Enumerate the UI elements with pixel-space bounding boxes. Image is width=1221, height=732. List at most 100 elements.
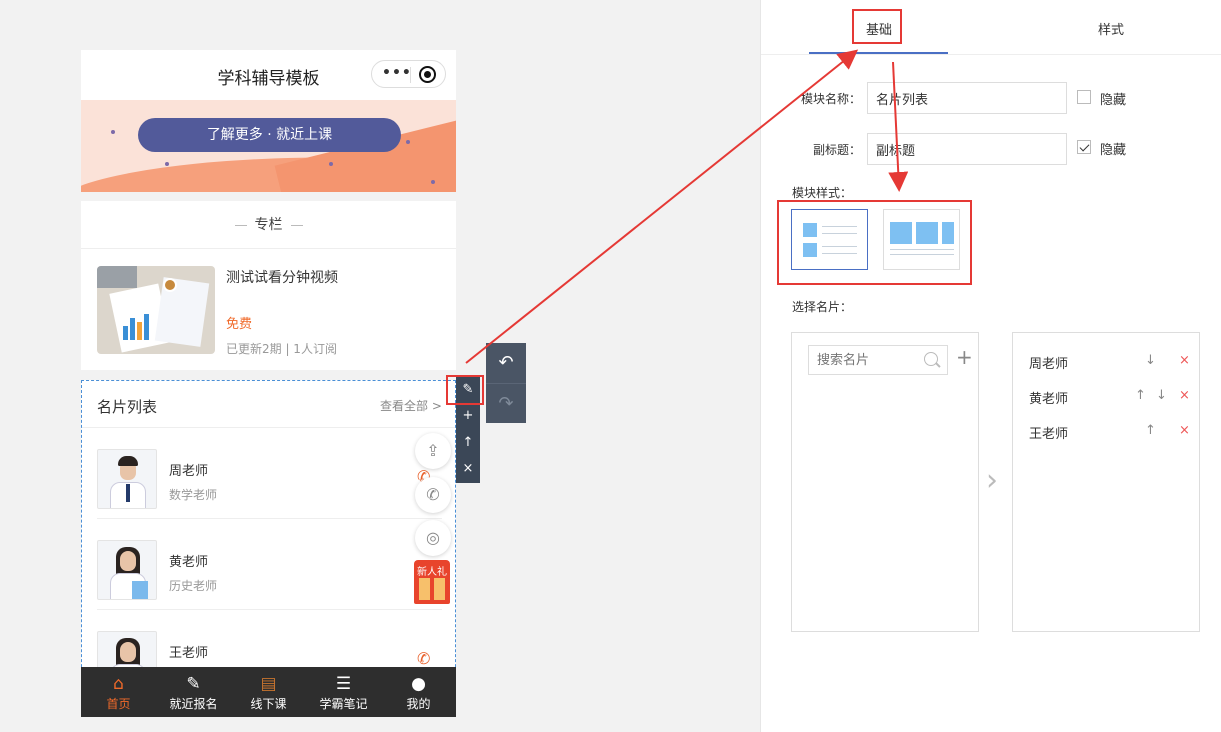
banner-dot — [165, 162, 169, 166]
teacher-avatar — [97, 449, 157, 509]
tab-label: 首页 — [106, 697, 131, 711]
chart-bar-shape — [144, 314, 149, 340]
chart-bar-shape — [123, 326, 128, 340]
move-down-icon[interactable]: ↓ — [1156, 388, 1167, 403]
course-title[interactable]: 测试试看分钟视频 — [226, 267, 338, 287]
add-card-icon[interactable]: + — [956, 347, 973, 367]
edit-form-icon: ✎ — [186, 674, 201, 694]
phone-icon[interactable]: ✆ — [417, 649, 437, 668]
wechat-icon[interactable]: ◎ — [415, 520, 451, 556]
coffee-cup-shape — [163, 278, 177, 292]
selected-card-name: 周老师 — [1029, 357, 1069, 372]
banner-dot — [329, 162, 333, 166]
module-style-highlight-box — [777, 200, 972, 285]
subtitle-input[interactable] — [867, 133, 1067, 165]
banner-dot — [431, 180, 435, 184]
tab-offline-class[interactable]: ▤ 线下课 — [231, 667, 306, 717]
card-list-title: 名片列表 — [97, 398, 158, 416]
move-up-icon[interactable]: ↑ — [1145, 423, 1156, 438]
selected-card-name: 王老师 — [1029, 427, 1069, 442]
avatar-head — [120, 642, 136, 662]
book-icon: ▤ — [260, 674, 277, 694]
tab-mine[interactable]: ● 我的 — [381, 667, 456, 717]
remove-icon[interactable]: × — [1179, 388, 1190, 403]
active-tab-underline — [809, 52, 948, 54]
teacher-card[interactable]: 黄老师 历史老师 — [97, 520, 442, 610]
avatar-tie — [126, 484, 130, 502]
tab-label: 线下课 — [250, 697, 287, 711]
hide-label: 隐藏 — [1100, 93, 1127, 108]
avatar-hair — [118, 456, 138, 466]
teacher-role: 历史老师 — [169, 579, 218, 593]
transfer-arrow-icon[interactable]: › — [986, 466, 1002, 498]
new-user-gift-badge[interactable]: 新人礼 — [414, 560, 450, 604]
hide-subtitle-checkbox[interactable] — [1077, 140, 1091, 154]
phone-call-icon[interactable]: ✆ — [415, 477, 451, 513]
tab-label: 就近报名 — [169, 697, 218, 711]
redo-icon[interactable]: ↷ — [486, 383, 526, 423]
laptop-shape — [97, 266, 137, 288]
delete-icon[interactable]: × — [456, 456, 480, 482]
tab-style[interactable]: 样式 — [1098, 19, 1124, 38]
basic-tab-highlight-box — [852, 9, 902, 44]
move-up-icon[interactable]: ↑ — [1135, 388, 1146, 403]
selected-card-name: 黄老师 — [1029, 392, 1069, 407]
panel-tabs: 基础 样式 — [761, 0, 1221, 55]
settings-panel: 基础 样式 模块名称： 隐藏 副标题： 隐藏 模块样式： 选择名片： + 周老师… — [760, 0, 1221, 732]
tab-label: 我的 — [406, 697, 431, 711]
teacher-card[interactable]: 周老师 数学老师 ✆ — [97, 429, 442, 519]
selected-card-item: 周老师 ↓ × — [1029, 353, 1199, 373]
learn-more-button[interactable]: 了解更多 · 就近上课 — [138, 118, 401, 152]
column-section: 专栏 测试试看分钟视频 免费 已更新2期 | 1人订阅 — [81, 201, 456, 370]
view-all-link[interactable]: 查看全部 > — [380, 397, 442, 414]
hide-label: 隐藏 — [1100, 143, 1127, 158]
tab-home[interactable]: ⌂ 首页 — [81, 667, 156, 717]
column-header: 专栏 — [81, 201, 456, 249]
course-meta: 已更新2期 | 1人订阅 — [226, 342, 337, 356]
phone-header: 学科辅导模板 ••• — [81, 50, 456, 100]
available-cards-box: + — [791, 332, 979, 632]
history-toolbar: ↶ ↷ — [486, 343, 526, 423]
add-icon[interactable]: + — [456, 403, 480, 429]
share-icon[interactable]: ⇪ — [415, 433, 451, 469]
move-down-icon[interactable]: ↓ — [1145, 353, 1156, 368]
move-up-icon[interactable]: ↑ — [456, 430, 480, 456]
teacher-avatar — [97, 540, 157, 600]
search-icon[interactable] — [924, 352, 938, 366]
teacher-name: 黄老师 — [169, 555, 209, 570]
home-icon: ⌂ — [113, 674, 124, 694]
chart-bar-shape — [130, 318, 135, 340]
module-name-input[interactable] — [867, 82, 1067, 114]
column-title: 专栏 — [254, 217, 283, 233]
banner-dot — [406, 140, 410, 144]
remove-icon[interactable]: × — [1179, 423, 1190, 438]
avatar-head — [120, 551, 136, 571]
gift-label: 新人礼 — [417, 567, 447, 578]
chart-bar-shape — [137, 322, 142, 340]
hide-module-checkbox[interactable] — [1077, 90, 1091, 104]
subtitle-label: 副标题： — [813, 143, 862, 157]
teacher-name: 王老师 — [169, 646, 209, 661]
tab-study-notes[interactable]: ☰ 学霸笔记 — [306, 667, 381, 717]
phone-preview: 学科辅导模板 ••• 了解更多 · 就近上课 专栏 测试试看分钟视频 免费 已更… — [81, 50, 456, 717]
gift-ribbon — [430, 578, 434, 600]
close-target-icon[interactable] — [419, 66, 436, 83]
module-name-label: 模块名称： — [801, 92, 862, 106]
avatar-book — [132, 581, 148, 599]
bottom-tab-bar: ⌂ 首页 ✎ 就近报名 ▤ 线下课 ☰ 学霸笔记 ● 我的 — [81, 667, 456, 717]
select-cards-label: 选择名片： — [792, 300, 853, 314]
remove-icon[interactable]: × — [1179, 353, 1190, 368]
module-style-label: 模块样式： — [792, 186, 853, 200]
note-icon: ☰ — [335, 674, 352, 694]
undo-icon[interactable]: ↶ — [486, 343, 526, 383]
tab-nearby-signup[interactable]: ✎ 就近报名 — [156, 667, 231, 717]
selected-cards-box: 周老师 ↓ × 黄老师 ↑ ↓ × 王老师 ↑ × — [1012, 332, 1200, 632]
user-icon: ● — [411, 674, 426, 694]
miniprogram-capsule[interactable]: ••• — [371, 60, 446, 88]
card-list-header: 名片列表 查看全部 > — [82, 381, 455, 428]
header-line — [290, 224, 303, 226]
more-icon[interactable]: ••• — [382, 65, 412, 81]
course-thumbnail[interactable] — [97, 266, 215, 354]
edit-highlight-box — [446, 375, 484, 405]
teacher-role: 数学老师 — [169, 488, 218, 502]
